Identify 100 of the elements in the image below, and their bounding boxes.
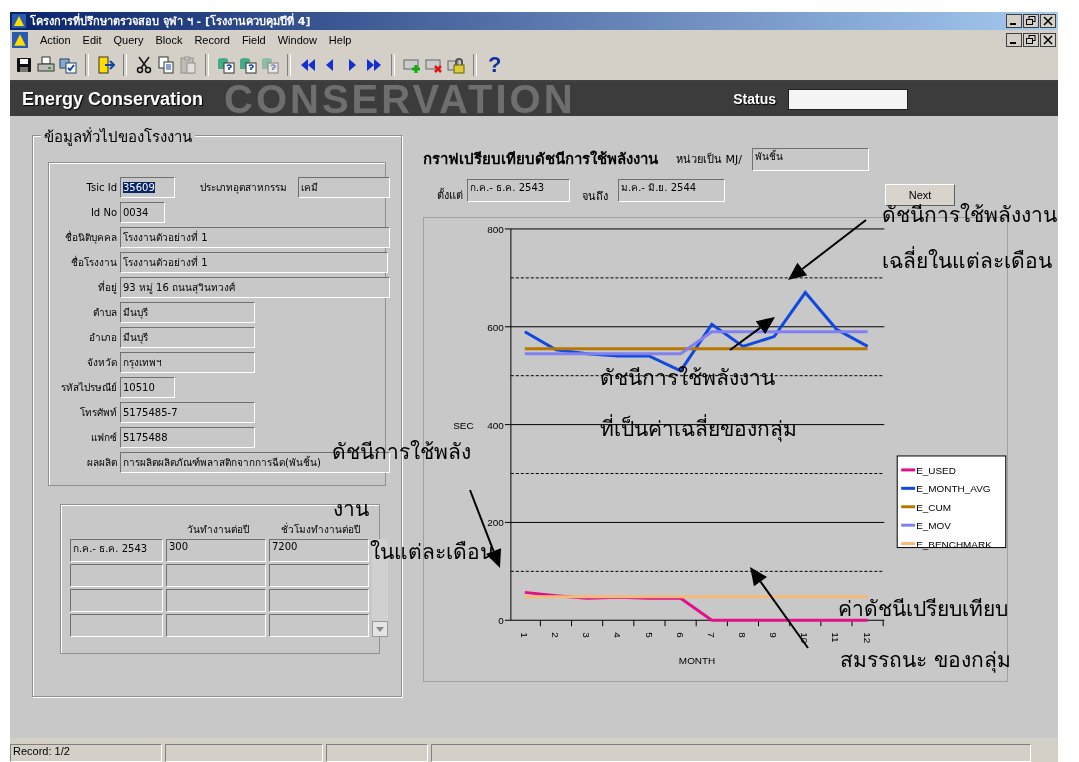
input-field[interactable]: 10510 xyxy=(120,377,175,398)
restore-icon[interactable] xyxy=(1023,14,1039,28)
annotation-text: ค่าดัชนีเปรียบเทียบ xyxy=(838,597,1008,621)
query-icon[interactable] xyxy=(238,55,258,75)
menu-item[interactable]: Block xyxy=(155,34,183,46)
input-field[interactable]: 35609 xyxy=(120,177,175,198)
input-field[interactable]: โรงงานตัวอย่างที่ 1 xyxy=(120,227,390,248)
window-title: โครงการที่ปรึกษาตรวจสอบ จุฬา ฯ - [โรงงานควบคุมปีที่ 4] xyxy=(30,12,311,30)
table-cell[interactable] xyxy=(166,564,266,587)
annotation-text: งาน xyxy=(333,497,369,521)
to-field[interactable]: ม.ค.- มิ.ย. 2544 xyxy=(618,178,725,202)
record-counter: Record: 1/2 xyxy=(10,744,162,762)
annotation-text: ดัชนีการใช้พลังงาน xyxy=(600,366,775,390)
close-icon[interactable] xyxy=(1040,14,1056,28)
input-field[interactable]: กรุงเทพฯ xyxy=(120,352,255,373)
y-tick-label: 0 xyxy=(498,615,504,627)
chart-title: กราฟเปรียบเทียบดัชนีการใช้พลังงาน xyxy=(423,149,658,170)
legend-label: E_MOV xyxy=(916,520,951,532)
menu-item[interactable]: Help xyxy=(328,34,352,46)
y-tick-label: 200 xyxy=(487,517,504,529)
table-cell[interactable] xyxy=(70,614,163,637)
to-label: จนถึง xyxy=(582,189,608,205)
x-tick-label: 5 xyxy=(643,632,655,638)
column-header: ชั่วโมงทำงานต่อปี xyxy=(280,522,361,537)
table-cell[interactable] xyxy=(70,564,163,587)
menu-item[interactable]: Window xyxy=(277,34,317,46)
help-button[interactable]: ? xyxy=(488,52,502,78)
restore-icon[interactable] xyxy=(1023,33,1039,47)
input-field[interactable]: โรงงานตัวอย่างที่ 1 xyxy=(120,252,388,273)
from-label: ตั้งแต่ xyxy=(437,187,463,204)
lock-icon[interactable] xyxy=(446,55,466,75)
legend-label: E_BENCHMARK xyxy=(916,538,992,550)
table-cell[interactable] xyxy=(269,589,369,612)
from-field[interactable]: ก.ค.- ธ.ค. 2543 xyxy=(467,178,570,202)
field-label: ที่อยู่ xyxy=(97,280,117,295)
x-tick-label: 12 xyxy=(861,632,873,644)
y-tick-label: 400 xyxy=(487,419,504,431)
unit-label: หน่วยเป็น MJ/ xyxy=(676,151,742,168)
x-tick-label: 1 xyxy=(518,632,530,638)
y-tick-label: 600 xyxy=(487,321,504,333)
legend-label: E_USED xyxy=(916,464,956,476)
table-cell[interactable] xyxy=(166,614,266,637)
input-field[interactable]: 93 หมู่ 16 ถนนสุวินทวงศ์ xyxy=(120,277,390,298)
x-tick-label: 6 xyxy=(674,632,686,638)
legend-label: E_MONTH_AVG xyxy=(916,483,991,495)
x-tick-label: 7 xyxy=(705,632,717,638)
legend-label: E_CUM xyxy=(916,501,951,513)
menu-item[interactable]: Action xyxy=(40,34,71,46)
table-cell[interactable] xyxy=(269,564,369,587)
x-tick-label: 8 xyxy=(737,632,748,638)
annotation-text: ในแต่ละเดือน xyxy=(370,540,494,564)
input-field[interactable]: มีนบุรี xyxy=(120,327,255,348)
input-field[interactable]: มีนบุรี xyxy=(120,302,255,323)
scissors-icon[interactable] xyxy=(134,55,154,75)
field-label: Id No xyxy=(89,207,117,218)
table-cell[interactable] xyxy=(269,614,369,637)
print-icon[interactable] xyxy=(36,55,56,75)
save-icon[interactable] xyxy=(14,55,34,75)
field-label: ประเภทอุตสาหกรรม xyxy=(200,181,287,195)
exit-door-icon[interactable] xyxy=(96,55,116,75)
checklist-icon[interactable] xyxy=(58,55,78,75)
table-cell[interactable] xyxy=(70,589,163,612)
field-label: รหัสไปรษณีย์ xyxy=(60,381,117,395)
field-label: Tsic Id xyxy=(85,182,117,193)
menu-item[interactable]: Edit xyxy=(82,34,102,46)
x-tick-label: 2 xyxy=(550,632,561,638)
field-label: จังหวัด xyxy=(86,356,117,370)
table-cell[interactable]: 300 xyxy=(166,539,266,562)
y-axis-label: SEC xyxy=(453,419,474,431)
field-label: ชื่อโรงงาน xyxy=(70,255,117,270)
unit-field[interactable]: พันชิ้น xyxy=(751,147,869,171)
scroll-down-icon[interactable] xyxy=(372,621,388,637)
menu-item[interactable]: Field xyxy=(241,34,266,46)
menu-item[interactable]: Query xyxy=(113,34,144,46)
minimize-icon[interactable] xyxy=(1006,33,1022,47)
query-icon[interactable] xyxy=(216,55,236,75)
table-cell[interactable] xyxy=(166,589,266,612)
x-tick-label: 3 xyxy=(581,632,593,638)
annotation-text: ดัชนีการใช้พลังงาน xyxy=(882,203,1057,227)
field-label: อำเภอ xyxy=(88,331,117,345)
input-field[interactable]: 5175488 xyxy=(120,427,255,448)
status-field[interactable] xyxy=(788,88,908,110)
input-field[interactable]: เคมี xyxy=(298,177,390,198)
field-label: โทรศัพท์ xyxy=(79,406,117,420)
app-icon[interactable] xyxy=(12,32,28,48)
input-field[interactable]: 5175485-7 xyxy=(120,402,255,423)
input-field[interactable]: 0034 xyxy=(120,202,165,223)
close-icon[interactable] xyxy=(1040,33,1056,47)
x-axis-label: MONTH xyxy=(678,655,716,667)
minimize-icon[interactable] xyxy=(1006,14,1022,28)
menu-item[interactable]: Record xyxy=(194,34,230,46)
annotation-text: สมรรถนะ ของกลุ่ม xyxy=(840,648,1011,672)
x-tick-label: 11 xyxy=(830,632,842,643)
x-tick-label: 9 xyxy=(768,632,780,638)
x-tick-label: 4 xyxy=(612,632,624,638)
copy-icon[interactable] xyxy=(156,55,176,75)
table-cell[interactable]: ก.ค.- ธ.ค. 2543 xyxy=(70,539,163,562)
table-cell[interactable]: 7200 xyxy=(269,539,369,562)
field-label: ตำบล xyxy=(92,306,117,320)
field-label: ชื่อนิติบุคคล xyxy=(64,230,117,245)
